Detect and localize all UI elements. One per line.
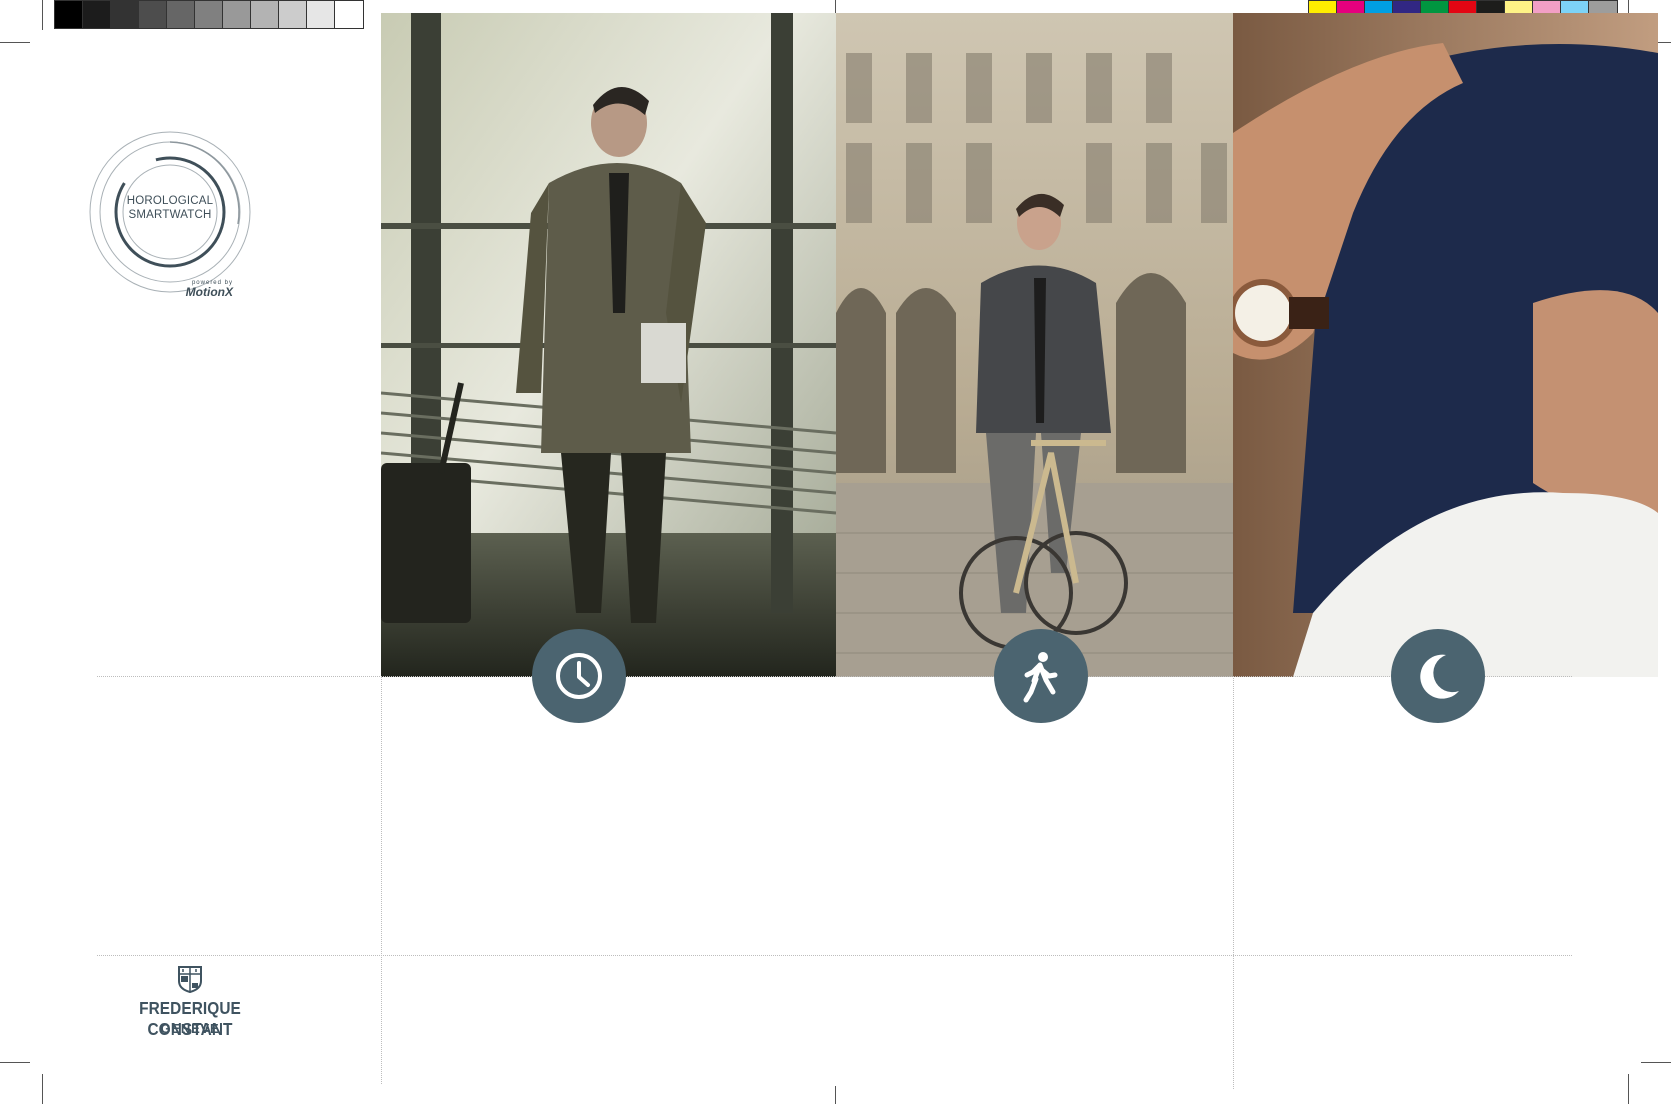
- frederique-constant-crest-icon: [178, 966, 202, 993]
- crop-mark: [0, 1062, 30, 1063]
- crop-mark: [0, 42, 30, 43]
- calibration-swatch: [195, 1, 223, 28]
- calibration-swatch: [251, 1, 279, 28]
- fold-guide-line: [381, 676, 382, 1084]
- calibration-swatch: [83, 1, 111, 28]
- clock-icon: [556, 653, 602, 699]
- walking-icon: [1023, 652, 1058, 703]
- sleeping-man-photo: [1233, 13, 1658, 677]
- calibration-swatch: [167, 1, 195, 28]
- fold-guide-line: [97, 676, 1572, 677]
- moon-icon-badge: [1391, 629, 1485, 723]
- motionx-label: MotionX: [185, 285, 233, 299]
- calibration-swatch: [307, 1, 335, 28]
- crop-mark: [1641, 1062, 1671, 1063]
- moon-icon: [1420, 654, 1459, 699]
- crop-mark: [835, 1086, 836, 1104]
- clock-icon-badge: [532, 629, 626, 723]
- fold-guide-line: [97, 955, 1572, 956]
- brand-city: GENEVE: [160, 1021, 220, 1036]
- calibration-swatch: [335, 1, 363, 28]
- calibration-swatch: [111, 1, 139, 28]
- horological-smartwatch-logo: HOROLOGICAL SMARTWATCH: [86, 128, 254, 300]
- calibration-swatch: [223, 1, 251, 28]
- grayscale-calibration-bar: [54, 0, 364, 29]
- calibration-swatch: [139, 1, 167, 28]
- cyclist-photo: [836, 13, 1233, 677]
- calibration-swatch: [279, 1, 307, 28]
- fold-guide-line: [1233, 676, 1234, 1089]
- walking-icon-badge: [994, 629, 1088, 723]
- logo-text-line1: HOROLOGICAL: [126, 195, 214, 207]
- calibration-swatch: [55, 1, 83, 28]
- logo-text-line2: SMARTWATCH: [128, 209, 212, 221]
- crop-mark: [42, 0, 43, 30]
- crop-mark: [1628, 1074, 1629, 1104]
- businessman-traveler-photo: [381, 13, 836, 677]
- crop-mark: [42, 1074, 43, 1104]
